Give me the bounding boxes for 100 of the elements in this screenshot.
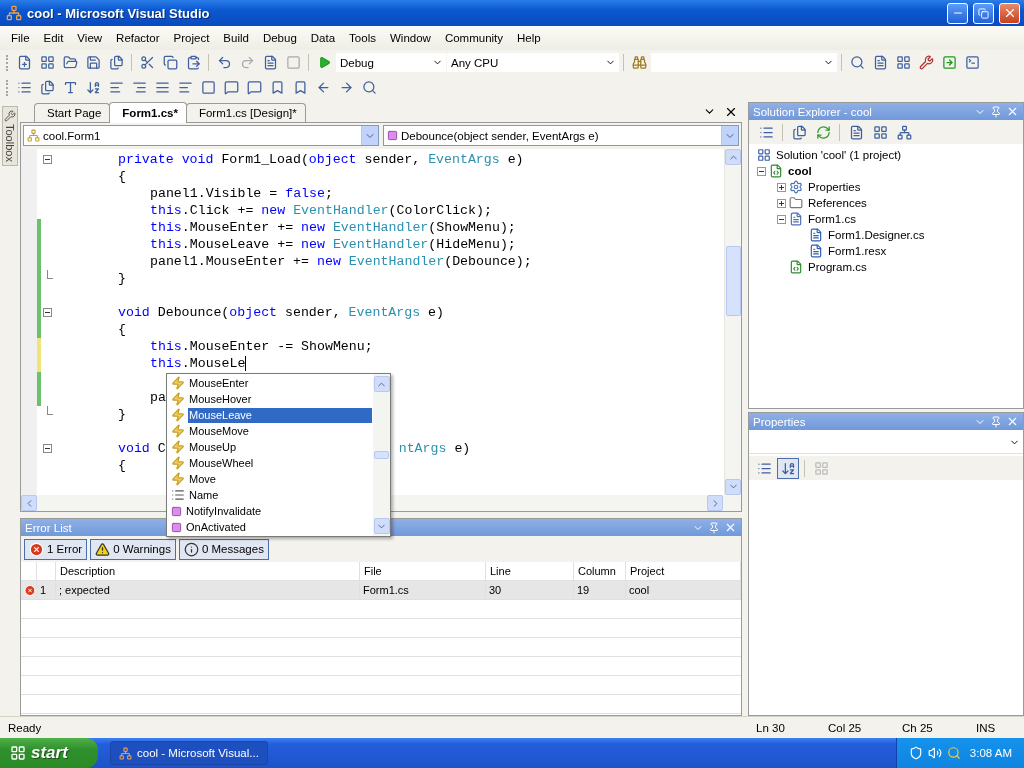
shield-icon: [908, 746, 923, 760]
tree-item[interactable]: References: [806, 197, 869, 209]
tree-item[interactable]: Form1.resx: [826, 245, 889, 257]
line-indicator: Ln 30: [756, 721, 786, 734]
toolbox-tab[interactable]: Toolbox: [2, 106, 18, 166]
code-line: {: [118, 457, 126, 474]
restore-button[interactable]: [973, 2, 994, 24]
clock: 3:08 AM: [969, 747, 1012, 759]
tree-item[interactable]: cool: [786, 165, 814, 177]
document-icon: [848, 124, 864, 140]
menu-item[interactable]: View: [70, 30, 110, 46]
menu-item[interactable]: Window: [382, 30, 438, 46]
menu-item[interactable]: Build: [216, 30, 256, 46]
filter-button[interactable]: 1 Error: [24, 538, 88, 560]
filter-button[interactable]: 0 Warnings: [90, 538, 176, 560]
tree-item[interactable]: Properties: [806, 181, 863, 193]
code-line: void Debounce(object sender, EventArgs e): [118, 304, 445, 321]
configuration-dropdown[interactable]: Debug: [336, 53, 446, 72]
pin-button[interactable]: [708, 521, 720, 534]
sort-icon: [780, 460, 796, 476]
tray-button[interactable]: [927, 746, 942, 760]
close-icon: [1006, 105, 1019, 118]
completion-item[interactable]: OnActivated: [185, 519, 372, 535]
speech-bubble-icon: [246, 80, 262, 95]
document-icon: [872, 55, 888, 70]
menu-item[interactable]: Debug: [255, 30, 304, 46]
start-button[interactable]: start: [0, 738, 98, 768]
rectangle-icon: [200, 80, 216, 95]
folder-icon: [789, 196, 803, 210]
scroll-thumb[interactable]: [725, 246, 741, 317]
type-dropdown[interactable]: cool.Form1: [23, 125, 379, 146]
tree-item[interactable]: Solution 'cool' (1 project): [774, 149, 904, 161]
comment-icon: [154, 80, 170, 95]
document-tab[interactable]: Form1.cs [Design]*: [185, 103, 306, 122]
member-dropdown[interactable]: Debounce(object sender, EventArgs e): [383, 125, 739, 146]
info-icon: [183, 541, 199, 557]
pin-icon: [990, 415, 1002, 428]
panel-title: Solution Explorer - cool: [753, 105, 872, 118]
completion-item[interactable]: MouseHover: [188, 391, 372, 407]
windows-logo: [10, 745, 26, 761]
code-line: this.MouseLe: [150, 355, 246, 372]
code-file-icon: [769, 164, 783, 178]
window-icon: [285, 55, 301, 70]
completion-item[interactable]: MouseMove: [188, 423, 372, 439]
tray-button[interactable]: [908, 746, 923, 760]
copy-icon: [162, 55, 178, 70]
minimize-button[interactable]: [947, 2, 968, 24]
uncomment-icon: [177, 80, 193, 95]
menu-item[interactable]: File: [4, 30, 37, 46]
completion-item[interactable]: Name: [188, 487, 372, 503]
arrow-right-icon: [338, 80, 354, 95]
collapse-toggle[interactable]: [43, 308, 52, 317]
menu-item[interactable]: Project: [166, 30, 217, 46]
lightning-icon: [171, 408, 185, 422]
document-tab[interactable]: Form1.cs*: [109, 102, 187, 123]
wrench-icon: [918, 55, 934, 70]
menu-item[interactable]: Edit: [36, 30, 71, 46]
menu-item[interactable]: Help: [510, 30, 548, 46]
tree-item[interactable]: Form1.cs: [806, 213, 858, 225]
completion-item[interactable]: Move: [188, 471, 372, 487]
code-line: panel1.Visible = false;: [150, 185, 333, 202]
save-icon: [85, 55, 101, 70]
expand-toggle[interactable]: [777, 198, 786, 208]
menu-item[interactable]: Community: [437, 30, 511, 46]
pin-button[interactable]: [990, 105, 1002, 118]
collapse-toggle[interactable]: [43, 155, 52, 164]
start-icon: [317, 56, 331, 69]
table-cell: ; expected: [56, 581, 360, 600]
tree-item[interactable]: Program.cs: [806, 261, 869, 273]
expand-toggle[interactable]: [777, 214, 786, 224]
pin-button[interactable]: [990, 415, 1002, 428]
filter-button[interactable]: 0 Messages: [178, 538, 269, 560]
expand-toggle[interactable]: [777, 182, 786, 192]
tree-item[interactable]: Form1.Designer.cs: [826, 229, 927, 241]
wrench-icon: [4, 110, 16, 122]
sort-button[interactable]: [777, 457, 799, 479]
column-indicator: Col 25: [828, 721, 863, 734]
solution-icon: [757, 148, 771, 162]
collapse-toggle[interactable]: [43, 444, 52, 453]
sort-icon: [85, 80, 101, 95]
lightning-icon: [171, 424, 185, 438]
taskbar-button[interactable]: cool - Microsoft Visual...: [110, 741, 268, 765]
platform-dropdown[interactable]: Any CPU: [447, 53, 619, 72]
scroll-thumb[interactable]: [374, 451, 389, 459]
expand-toggle[interactable]: [757, 166, 766, 176]
completion-item[interactable]: MouseWheel: [188, 455, 372, 471]
menu-item[interactable]: Tools: [342, 30, 383, 46]
completion-item[interactable]: MouseEnter: [188, 375, 372, 391]
completion-item[interactable]: MouseLeave: [188, 407, 372, 423]
completion-item[interactable]: MouseUp: [188, 439, 372, 455]
code-line: pa: [150, 389, 166, 406]
list-icon: [756, 460, 772, 476]
menu-item[interactable]: Refactor: [109, 30, 167, 46]
code-line: this.MouseLeave += new EventHandler(HideMenu);: [150, 236, 516, 253]
menu-item[interactable]: Data: [303, 30, 343, 46]
code-line: this.MouseEnter += new EventHandler(ShowMenu);: [150, 219, 516, 236]
toolbox-label: Toolbox: [4, 124, 16, 162]
error-icon: [29, 541, 44, 557]
document-tab[interactable]: Start Page: [34, 103, 111, 122]
completion-item[interactable]: NotifyInvalidate: [185, 503, 372, 519]
